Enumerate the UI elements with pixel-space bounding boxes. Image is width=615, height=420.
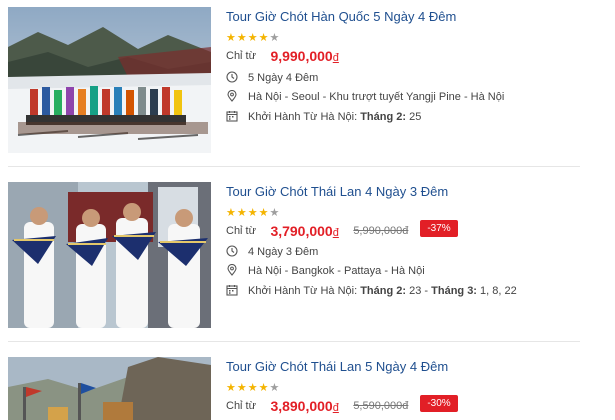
- currency: đ: [332, 51, 339, 64]
- tour-title[interactable]: Tour Giờ Chót Thái Lan 4 Ngày 3 Đêm: [226, 184, 448, 199]
- star-filled-icon: ★: [226, 382, 237, 394]
- star-filled-icon: ★: [258, 207, 270, 219]
- departure-label: Khởi Hành Từ Hà Nội:: [248, 111, 358, 123]
- price-from-label: Chỉ từ: [226, 49, 256, 62]
- price-from-label: Chỉ từ: [226, 224, 256, 237]
- departure-days: 25: [409, 111, 422, 123]
- star-filled-icon: ★: [247, 207, 259, 219]
- discount-badge: -30%: [420, 395, 458, 412]
- discount-badge: -37%: [420, 220, 458, 237]
- star-filled-icon: ★: [226, 207, 237, 219]
- route-text: Hà Nội - Bangkok - Pattaya - Hà Nội: [248, 265, 425, 277]
- star-empty-icon: ★: [269, 207, 281, 219]
- duration-text: 4 Ngày 3 Đêm: [248, 246, 319, 258]
- old-price: 5,590,000đ: [353, 399, 409, 412]
- clock-icon: [226, 71, 238, 83]
- current-price: 3,890,000đ: [270, 397, 339, 414]
- currency: đ: [332, 401, 339, 414]
- star-filled-icon: ★: [247, 382, 259, 394]
- duration-row: 4 Ngày 3 Đêm: [226, 244, 318, 260]
- price-row: Chỉ từ 3,890,000đ 5,590,000đ: [226, 397, 408, 417]
- route-row: Hà Nội - Bangkok - Pattaya - Hà Nội: [226, 263, 425, 279]
- price-row: Chỉ từ 9,990,000đ: [226, 47, 339, 67]
- rating-stars: ★★★★★: [226, 31, 280, 44]
- star-empty-icon: ★: [269, 32, 281, 44]
- departure-days: 1, 8, 22: [480, 285, 517, 297]
- price-row: Chỉ từ 3,790,000đ 5,990,000đ: [226, 222, 408, 242]
- star-filled-icon: ★: [258, 382, 270, 394]
- star-filled-icon: ★: [236, 382, 248, 394]
- star-filled-icon: ★: [236, 32, 248, 44]
- rating-stars: ★★★★★: [226, 206, 280, 219]
- tour-title[interactable]: Tour Giờ Chót Thái Lan 5 Ngày 4 Đêm: [226, 359, 448, 374]
- departure-month: Tháng 3:: [431, 285, 477, 297]
- calendar-icon: [226, 111, 238, 122]
- star-filled-icon: ★: [247, 32, 259, 44]
- departure-row: Khởi Hành Từ Hà Nội: Tháng 2: 25: [226, 109, 421, 125]
- duration-text: 5 Ngày 4 Đêm: [248, 72, 319, 84]
- tour-image-thailand-group[interactable]: [8, 182, 211, 328]
- divider: [8, 166, 580, 167]
- star-filled-icon: ★: [226, 32, 237, 44]
- map-pin-icon: [227, 90, 237, 102]
- departure-row: Khởi Hành Từ Hà Nội: Tháng 2: 23 - Tháng…: [226, 283, 517, 299]
- duration-row: 5 Ngày 4 Đêm: [226, 70, 318, 86]
- tour-image-thailand-temple[interactable]: [8, 357, 211, 420]
- current-price: 9,990,000đ: [270, 47, 339, 64]
- star-empty-icon: ★: [269, 382, 281, 394]
- tour-title[interactable]: Tour Giờ Chót Hàn Quốc 5 Ngày 4 Đêm: [226, 9, 456, 24]
- currency: đ: [332, 226, 339, 239]
- rating-stars: ★★★★★: [226, 381, 280, 394]
- star-filled-icon: ★: [258, 32, 270, 44]
- tour-image-korea-ski[interactable]: [8, 7, 211, 153]
- calendar-icon: [226, 285, 238, 296]
- star-filled-icon: ★: [236, 207, 248, 219]
- departure-month: Tháng 2:: [360, 285, 407, 297]
- departure-label: Khởi Hành Từ Hà Nội:: [248, 285, 358, 297]
- old-price: 5,990,000đ: [353, 224, 409, 237]
- map-pin-icon: [227, 264, 237, 276]
- route-row: Hà Nội - Seoul - Khu trượt tuyết Yangji …: [226, 89, 504, 105]
- current-price: 3,790,000đ: [270, 222, 339, 239]
- route-text: Hà Nội - Seoul - Khu trượt tuyết Yangji …: [248, 91, 505, 103]
- departure-month: Tháng 2:: [360, 111, 407, 123]
- price-from-label: Chỉ từ: [226, 399, 256, 412]
- divider: [8, 341, 580, 342]
- departure-days: 23: [409, 285, 422, 297]
- clock-icon: [226, 245, 238, 257]
